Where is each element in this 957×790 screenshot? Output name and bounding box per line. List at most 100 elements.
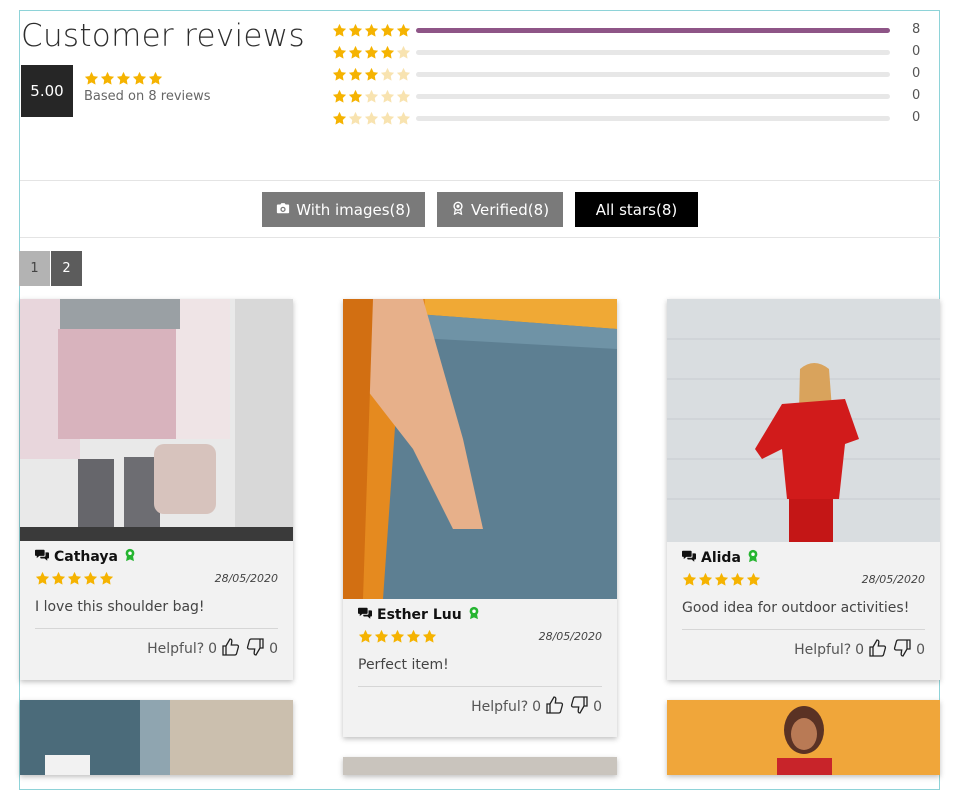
star-filled-icon [406, 629, 421, 644]
star-filled-icon [380, 45, 395, 60]
histogram-bar-2[interactable] [416, 94, 890, 99]
helpful-down-count: 0 [269, 641, 278, 657]
review-photo-partial[interactable] [343, 757, 617, 775]
verified-ribbon-icon [451, 201, 465, 219]
average-score-badge: 5.00 [21, 65, 73, 117]
average-stars [84, 71, 163, 86]
reviewer-name: Cathaya [35, 548, 137, 566]
thumbs-up-icon[interactable] [868, 638, 888, 662]
review-card[interactable]: Esther Luu 28/05/2020 Perfect item! Help… [343, 299, 617, 737]
star-empty-icon [396, 67, 411, 82]
verified-ribbon-icon [746, 549, 760, 567]
review-stars [35, 571, 114, 586]
star-filled-icon [51, 571, 66, 586]
histogram-count-5: 8 [912, 22, 921, 37]
camera-icon [276, 201, 290, 219]
review-photo-red-sweater[interactable] [667, 299, 940, 542]
thumbs-up-icon[interactable] [221, 637, 241, 661]
page-1-button[interactable]: 1 [19, 251, 50, 286]
star-empty-icon [396, 45, 411, 60]
star-filled-icon [83, 571, 98, 586]
star-filled-icon [348, 67, 363, 82]
star-filled-icon [730, 572, 745, 587]
review-photo-trousers[interactable] [343, 299, 617, 599]
star-empty-icon [380, 111, 395, 126]
histogram-bar-5[interactable] [416, 28, 890, 33]
star-filled-icon [116, 71, 131, 86]
star-filled-icon [422, 629, 437, 644]
histogram-bar-1[interactable] [416, 116, 890, 121]
star-filled-icon [380, 23, 395, 38]
filter-verified-button[interactable]: Verified(8) [437, 192, 563, 227]
review-card[interactable]: Alida 28/05/2020 Good idea for outdoor a… [667, 299, 940, 680]
chat-bubbles-icon [682, 549, 696, 567]
star-filled-icon [132, 71, 147, 86]
thumbs-up-icon[interactable] [545, 695, 565, 719]
divider [682, 629, 925, 630]
helpful-row: Helpful? 0 0 [471, 695, 602, 719]
review-date: 28/05/2020 [861, 573, 925, 586]
star-filled-icon [698, 572, 713, 587]
review-text: I love this shoulder bag! [35, 599, 205, 615]
star-empty-icon [364, 89, 379, 104]
histogram-stars-1[interactable] [332, 110, 411, 126]
star-filled-icon [332, 111, 347, 126]
review-card[interactable] [343, 757, 617, 775]
star-filled-icon [682, 572, 697, 587]
review-stars [358, 629, 437, 644]
review-photo-shoulder-bag[interactable] [20, 299, 293, 541]
page-2-label: 2 [62, 261, 71, 276]
star-filled-icon [746, 572, 761, 587]
star-filled-icon [714, 572, 729, 587]
histogram-bar-4[interactable] [416, 50, 890, 55]
page-1-label: 1 [30, 261, 39, 276]
star-empty-icon [364, 111, 379, 126]
review-photo-partial[interactable] [20, 700, 293, 775]
helpful-up-count: 0 [208, 641, 218, 657]
review-card[interactable] [20, 700, 293, 775]
thumbs-down-icon[interactable] [892, 638, 912, 662]
star-empty-icon [380, 89, 395, 104]
histogram-stars-4[interactable] [332, 44, 411, 60]
helpful-down-count: 0 [593, 699, 602, 715]
thumbs-down-icon[interactable] [245, 637, 265, 661]
histogram-count-2: 0 [912, 88, 921, 103]
star-filled-icon [35, 571, 50, 586]
page-2-button[interactable]: 2 [51, 251, 82, 286]
thumbs-down-icon[interactable] [569, 695, 589, 719]
histogram-stars-5[interactable] [332, 22, 411, 38]
reviewer-name-text: Esther Luu [377, 607, 462, 623]
review-text: Good idea for outdoor activities! [682, 600, 910, 616]
verified-ribbon-icon [123, 548, 137, 566]
filter-all-stars-button[interactable]: All stars(8) [575, 192, 698, 227]
star-filled-icon [99, 571, 114, 586]
star-filled-icon [332, 67, 347, 82]
reviewer-name: Esther Luu [358, 606, 481, 624]
reviewer-name-text: Alida [701, 550, 741, 566]
star-empty-icon [348, 111, 363, 126]
star-filled-icon [348, 89, 363, 104]
filter-with-images-button[interactable]: With images(8) [262, 192, 425, 227]
histogram-bar-3[interactable] [416, 72, 890, 77]
filter-with-images-label: With images(8) [296, 200, 411, 219]
star-filled-icon [348, 23, 363, 38]
star-filled-icon [396, 23, 411, 38]
filter-all-stars-label: All stars(8) [595, 200, 678, 219]
histogram-stars-2[interactable] [332, 88, 411, 104]
review-card[interactable]: Cathaya 28/05/2020 I love this shoulder … [20, 299, 293, 680]
chat-bubbles-icon [35, 548, 49, 566]
review-date: 28/05/2020 [214, 572, 278, 585]
star-empty-icon [396, 89, 411, 104]
review-photo-partial[interactable] [667, 700, 940, 775]
helpful-up-count: 0 [532, 699, 542, 715]
review-text: Perfect item! [358, 657, 449, 673]
helpful-label: Helpful? [147, 641, 205, 657]
reviewer-name: Alida [682, 549, 760, 567]
filter-verified-label: Verified(8) [470, 200, 550, 219]
histogram-bar-fill [416, 28, 890, 33]
histogram-stars-3[interactable] [332, 66, 411, 82]
histogram-count-3: 0 [912, 66, 921, 81]
review-card[interactable] [667, 700, 940, 775]
star-filled-icon [67, 571, 82, 586]
star-filled-icon [348, 45, 363, 60]
